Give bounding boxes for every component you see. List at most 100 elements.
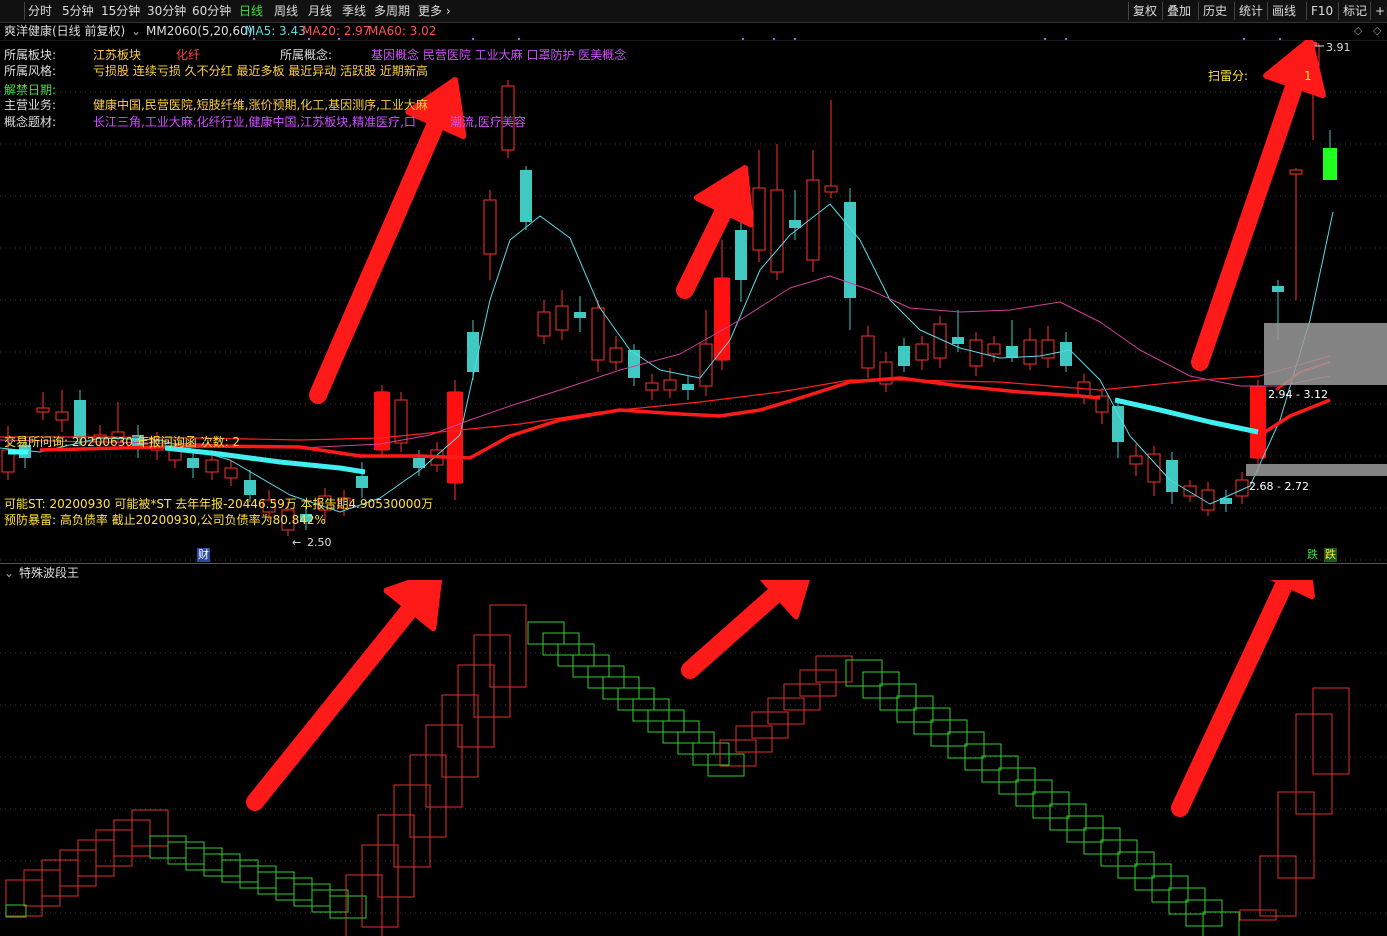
lower-zone-label: 2.68 - 2.72 (1249, 480, 1309, 493)
toolbar-divider (1234, 2, 1235, 20)
candle-body (413, 458, 425, 468)
tab-9[interactable]: 多周期 (374, 3, 410, 19)
finance-marker[interactable]: 财 (197, 548, 210, 562)
wave-box-up (441, 694, 479, 778)
wave-box-down (981, 755, 1019, 783)
wave-box-down (1100, 839, 1138, 867)
candle-body (467, 332, 479, 372)
diamond-icon[interactable]: ◇ (1354, 23, 1362, 39)
toolbar-divider (24, 2, 25, 20)
wave-box-up (377, 814, 415, 898)
wave-box-down (1015, 779, 1053, 807)
candle-body (752, 187, 766, 251)
toolbar-btn-5[interactable]: F10 (1311, 3, 1333, 19)
scan-score-label: 扫雷分: (1208, 69, 1249, 83)
st-alert: 可能ST: 20200930 可能被*ST 去年年报-20446.59万 本报告… (4, 497, 434, 511)
candle-body (844, 202, 856, 298)
wave-box-up (457, 664, 495, 748)
candle-body (591, 307, 605, 361)
wave-box-up (489, 604, 527, 688)
theme-label: 概念题材: (4, 115, 57, 129)
toolbar-btn-6[interactable]: 标记 (1343, 3, 1367, 19)
tab-1[interactable]: 5分钟 (62, 3, 94, 19)
tab-6[interactable]: 周线 (274, 3, 298, 19)
wave-box-up (1312, 687, 1350, 775)
candle-body (74, 400, 86, 438)
toolbar-btn-7[interactable]: +自 (1375, 3, 1387, 19)
wave-box-up (361, 844, 399, 928)
toolbar-btn-0[interactable]: 复权 (1133, 3, 1157, 19)
candle-body (609, 347, 623, 363)
fall-marker-2: 跌 (1324, 548, 1337, 562)
style-value: 亏损股 连续亏损 久不分红 最近多板 最近异动 活跃股 近期新高 (93, 64, 428, 78)
arrow-sub-1 (246, 580, 443, 811)
wave-box-up (751, 711, 789, 739)
toolbar-btn-2[interactable]: 历史 (1203, 3, 1227, 19)
event-dot (308, 38, 310, 40)
candle-body (224, 467, 238, 479)
candle-body (735, 230, 747, 280)
candle-body (663, 379, 677, 391)
wave-box-down (930, 719, 968, 747)
candle-body (520, 170, 532, 222)
candle-body (824, 185, 838, 193)
candle-body (770, 189, 784, 273)
toolbar-btn-1[interactable]: 叠加 (1167, 3, 1191, 19)
tab-3[interactable]: 30分钟 (147, 3, 186, 19)
event-dot (794, 38, 796, 40)
wave-box-down (1117, 851, 1155, 879)
ma5-value: MA5: 3.43 (245, 24, 306, 38)
tab-0[interactable]: 分时 (28, 3, 52, 19)
arrow-sub-1-shaft (246, 600, 419, 811)
candle-body (574, 312, 586, 318)
event-dot (742, 38, 744, 40)
event-dot (1065, 38, 1067, 40)
toolbar-btn-3[interactable]: 统计 (1239, 3, 1263, 19)
tab-8[interactable]: 季线 (342, 3, 366, 19)
toolbar-divider (1198, 2, 1199, 20)
indicator-menu-icon[interactable]: ⌄ (131, 23, 141, 39)
event-dot (1044, 38, 1046, 40)
candle-body (187, 458, 199, 468)
event-dot (1243, 38, 1245, 40)
wave-box-down (879, 683, 917, 711)
tab-7[interactable]: 月线 (308, 3, 332, 19)
subchart-menu-icon[interactable]: ⌄ (4, 565, 14, 581)
scan-score-value: 1 (1304, 69, 1312, 83)
wave-box-down (1185, 899, 1223, 927)
highlight-bar (1250, 386, 1266, 458)
candle-body (1023, 339, 1037, 365)
wave-box-up (393, 784, 431, 868)
candle-body (682, 384, 694, 390)
wave-box-down (998, 767, 1036, 795)
candle-body (987, 343, 1001, 355)
arrow-sub-2-shaft (681, 584, 786, 679)
wave-box-down (1202, 911, 1240, 936)
stock-title: 爽洋健康(日线 前复权) (4, 24, 126, 38)
ma60-value: MA60: 3.02 (368, 24, 437, 38)
tab-5[interactable]: 日线 (239, 3, 263, 19)
wave-box-up (735, 725, 773, 753)
candle-body (861, 335, 875, 369)
concept-label: 所属概念: (280, 48, 333, 62)
toolbar-divider (1267, 2, 1268, 20)
event-dot (338, 38, 340, 40)
tab-4[interactable]: 60分钟 (192, 3, 231, 19)
candle-body (628, 350, 640, 378)
candle-body (1272, 286, 1284, 292)
candle-body (1166, 460, 1178, 492)
stock-header: 爽洋健康(日线 前复权) ⌄ MM2060(5,20,60) MA5: 3.43… (0, 22, 1387, 40)
wave-box-down (1134, 863, 1172, 891)
wave-box-up (425, 724, 463, 808)
subchart-title[interactable]: 特殊波段王 (19, 565, 79, 581)
tab-2[interactable]: 15分钟 (101, 3, 140, 19)
wave-subchart (0, 580, 1387, 936)
highlight-bar (714, 278, 730, 360)
indicator-name[interactable]: MM2060(5,20,60) (146, 23, 252, 39)
diamond-icon-2[interactable]: ◇ (1373, 23, 1381, 39)
toolbar-btn-4[interactable]: 画线 (1272, 3, 1296, 19)
tab-10[interactable]: 更多 › (418, 3, 451, 19)
business-value: 健康中国,民营医院,短肢纤维,涨价预期,化工,基因测序,工业大麻 (93, 98, 428, 112)
candle-body (1006, 346, 1018, 358)
toolbar-divider (1162, 2, 1163, 20)
